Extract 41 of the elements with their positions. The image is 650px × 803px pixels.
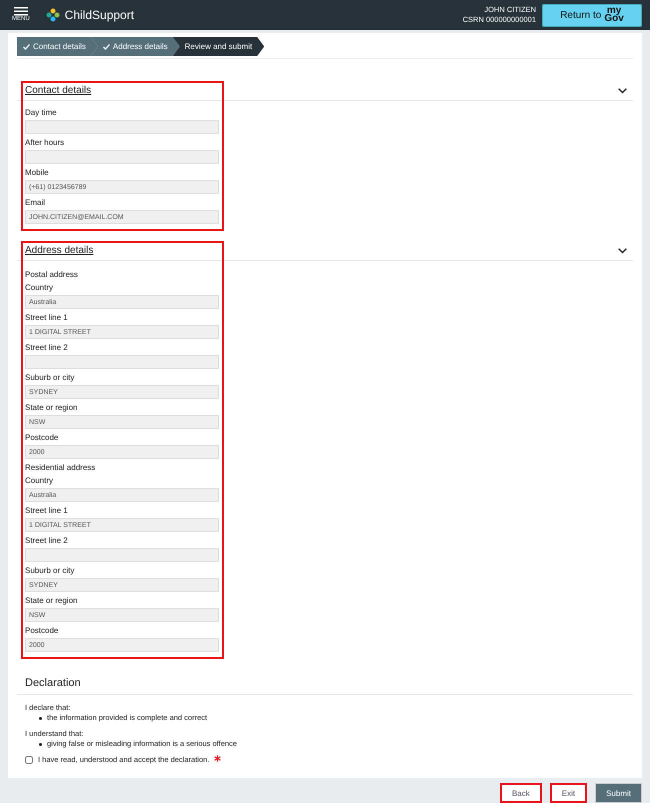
section-title[interactable]: Contact details [25,85,92,96]
field-label: Mobile [25,167,50,178]
check-icon [23,44,30,50]
address-subheading: Postal address [25,269,79,280]
field-label: Day time [25,107,58,118]
action-button[interactable]: Exit [550,783,588,803]
field-label: Country [25,282,54,293]
chevron-icon[interactable] [618,88,627,94]
input-field[interactable] [25,150,219,164]
step-tab[interactable]: Contact details [17,37,98,56]
step-tab[interactable]: Review and submit [172,37,264,56]
field-label: Postcode [25,625,60,636]
input-field[interactable] [25,120,219,134]
declaration-title: Declaration [17,663,633,695]
check-icon [102,44,110,50]
field-label: After hours [25,137,66,148]
step-tab[interactable]: Address details [90,37,180,56]
field-label: Suburb or city [25,372,76,383]
bullet-icon [39,743,42,746]
field-label: State or region [25,595,78,606]
field-label: Country [25,475,54,486]
logo-icon [46,8,60,22]
input-field[interactable] [25,355,219,369]
field-label: State or region [25,402,78,413]
field-label: Postcode [25,432,60,443]
field-label: Street line 1 [25,312,69,323]
input-field[interactable] [25,548,219,562]
field-label: Street line 2 [25,535,69,546]
action-button[interactable]: Back [500,783,542,803]
field-label: Email [25,197,46,208]
section-title[interactable]: Address details [25,245,94,256]
brand-name: ChildSupport [64,8,134,22]
bullet-icon [39,717,42,720]
action-button[interactable]: Submit [595,783,642,803]
field-label: Street line 1 [25,505,69,516]
address-subheading: Residential address [25,462,96,473]
field-label: Suburb or city [25,565,76,576]
accept-checkbox[interactable] [25,756,33,764]
field-label: Street line 2 [25,342,69,353]
chevron-icon[interactable] [618,248,627,254]
menu-icon [14,7,28,16]
